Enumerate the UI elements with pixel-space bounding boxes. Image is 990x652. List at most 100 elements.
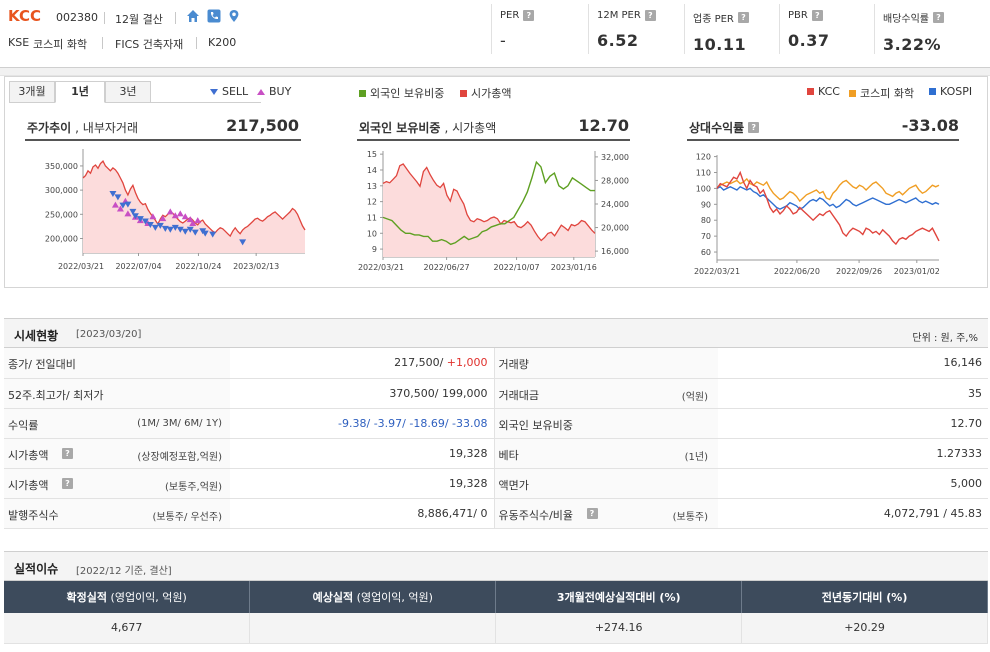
x-tick-label: 2022/06/20 (774, 267, 820, 276)
row-value-cell: 19,328 (230, 468, 495, 499)
help-icon[interactable]: ? (523, 10, 535, 21)
legend-label: 코스피 화학 (860, 87, 915, 100)
row-value-change: +1,000 (446, 356, 488, 370)
earnings-table: 확정실적 (영업이익, 억원) 예상실적 (영업이익, 억원) 3개월전예상실적… (4, 581, 988, 644)
row-label-cell: 발행주식수 (보통주/ 우선주) (4, 498, 230, 529)
row-sublabel: (보통주) (672, 511, 708, 523)
divider (175, 12, 176, 24)
legend-kospi: KOSPI (929, 85, 972, 98)
row-label: 액면가 (498, 478, 529, 492)
earnings-header: 실적이슈 [2022/12 기준, 결산] (4, 551, 988, 581)
row-label: 유동주식수/비율 (498, 508, 574, 522)
metric-label: PBR (788, 10, 808, 21)
header-divider (0, 68, 990, 76)
row-label-cell: 시가총액? (상장예정포함,억원) (4, 438, 230, 469)
x-tick-label: 2023/01/02 (894, 267, 940, 276)
foreign-chart-title: 외국인 보유비중, 시가총액 (359, 119, 496, 136)
stock-code: 002380 (56, 11, 98, 24)
chart-panel: 3개월 1년 3년 SELL BUY 외국인 보유비중 시가총액 KCC 코스피… (4, 76, 988, 288)
chart-title-bold: 외국인 보유비중 (359, 121, 441, 135)
row-label-cell: 52주.최고가/ 최저가 (4, 378, 230, 409)
row-value-cell: 217,500/ +1,000 (230, 348, 495, 379)
earnings-section: 실적이슈 [2022/12 기준, 결산] 확정실적 (영업이익, 억원) 예상… (4, 551, 988, 644)
y-tick-label: 13 (367, 182, 377, 191)
col-header-bold: 예상실적 (312, 591, 354, 604)
settlement-month: 12월 결산 (115, 13, 163, 26)
price-chart-value: 217,500 (226, 116, 299, 135)
chart-title-underline (687, 139, 959, 141)
metric-dividend-yield: 배당수익률? 3.22% (874, 4, 986, 54)
chart-title-bold: 주가추이 (27, 121, 72, 135)
y-tick-label: 350,000 (45, 162, 78, 171)
y-tick-label-right: 28,000 (601, 176, 629, 185)
help-icon[interactable]: ? (62, 447, 73, 459)
y-tick-label: 110 (696, 169, 711, 178)
help-icon[interactable]: ? (644, 10, 656, 21)
row-label-cell: 유동주식수/비율? (보통주) (493, 498, 718, 529)
chart-title-underline (357, 139, 630, 141)
legend-sell: SELL (210, 85, 248, 98)
y-tick-label-right: 32,000 (601, 153, 629, 162)
row-value-cell: 35 (718, 378, 988, 409)
tab-3y[interactable]: 3년 (105, 81, 151, 103)
row-value: 35 (968, 386, 982, 400)
y-tick-label: 90 (701, 200, 711, 209)
row-label-cell: 수익률 (1M/ 3M/ 6M/ 1Y) (4, 408, 230, 439)
y-tick-label: 12 (367, 198, 377, 207)
y-tick-label: 15 (367, 150, 377, 159)
y-tick-label-right: 20,000 (601, 224, 629, 233)
col-header-rest: (영업이익, 억원) (353, 591, 433, 604)
help-icon[interactable]: ? (62, 477, 73, 489)
row-value-cell: 12.70 (718, 408, 988, 439)
divider (196, 37, 197, 49)
row-value: 1.27333 (936, 446, 983, 460)
location-pin-icon[interactable] (227, 9, 241, 23)
buy-marker-icon (257, 88, 265, 95)
help-icon[interactable]: ? (933, 12, 944, 23)
metric-pbr: PBR? 0.37 (779, 4, 875, 54)
market-status-table: 종가/ 전일대비 217,500/ +1,000 거래량 16,146 52주.… (4, 348, 988, 529)
x-tick-label: 2023/01/16 (551, 263, 597, 272)
legend-swatch (359, 89, 366, 97)
x-tick-label: 2022/09/26 (836, 267, 882, 276)
divider (104, 12, 105, 24)
legend-kcc: KCC (807, 85, 840, 98)
table-row: 52주.최고가/ 최저가 370,500/ 199,000 거래대금 (억원) 3… (4, 378, 988, 409)
col-vs-3m-expected: 3개월전예상실적대비 (%) (495, 581, 743, 613)
tab-underline (151, 102, 261, 103)
x-tick-label: 2022/06/27 (424, 263, 470, 272)
legend-buy: BUY (257, 85, 291, 98)
row-label: 수익률 (8, 418, 39, 432)
metric-label: 12M PER (597, 10, 641, 21)
row-value: 19,328 (449, 446, 488, 460)
table-row: 수익률 (1M/ 3M/ 6M/ 1Y) -9.38/ -3.97/ -18.69… (4, 408, 988, 439)
x-tick-label: 2023/02/13 (233, 262, 279, 271)
row-label-cell: 베타 (1년) (493, 438, 718, 469)
relative-chart: 120 110 100 90 80 70 60 2022/03/21 2022/06/20 202… (694, 153, 940, 276)
help-icon[interactable]: ? (586, 507, 598, 519)
chart-title-underline (25, 139, 301, 141)
help-icon[interactable]: ? (811, 10, 823, 21)
help-icon[interactable]: ? (737, 12, 749, 23)
row-sublabel: (1년) (684, 451, 708, 463)
table-row: 시가총액? (보통주,억원) 19,328 액면가 5,000 (4, 468, 988, 499)
foreign-chart-value: 12.70 (578, 116, 629, 135)
phone-icon[interactable] (207, 9, 221, 23)
price-chart: 350,000 300,000 250,000 200,000 2022/03/21 20… (45, 149, 306, 271)
tab-3m[interactable]: 3개월 (9, 81, 55, 103)
home-icon[interactable] (186, 9, 200, 23)
market-cap-area (383, 164, 595, 257)
help-icon[interactable]: ? (748, 122, 760, 133)
row-value: 8,886,471/ 0 (417, 506, 488, 520)
x-tick-label: 2022/10/24 (175, 262, 221, 271)
row-value-cell: 4,072,791 / 45.83 (718, 498, 988, 529)
tab-1y[interactable]: 1년 (55, 81, 105, 103)
market-status-header: 시세현황 [2023/03/20] 단위 : 원, 주,% (4, 318, 988, 348)
row-label-cell: 액면가 (493, 468, 718, 499)
buy-marker (176, 210, 184, 217)
section-title: 시세현황 (14, 329, 59, 343)
stock-name: KCC (8, 7, 41, 25)
metric-value: 6.52 (597, 31, 639, 50)
row-value-cell: 16,146 (718, 348, 988, 379)
metric-label: 업종 PER (693, 14, 734, 25)
